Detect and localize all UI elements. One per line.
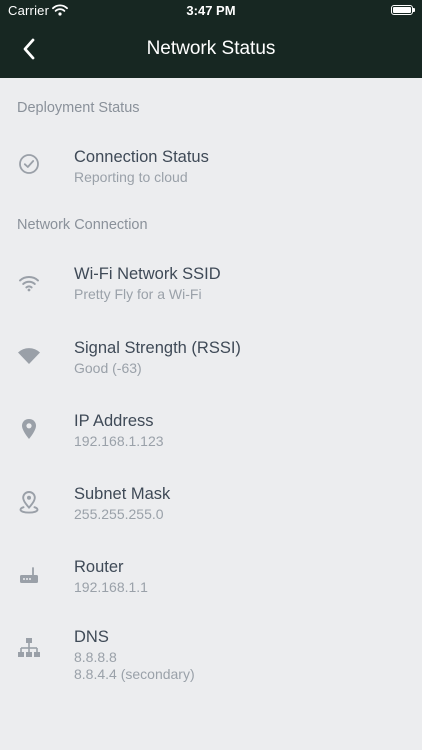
item-subtitle: Pretty Fly for a Wi-Fi (74, 286, 202, 302)
item-subtitle: 192.168.1.1 (74, 579, 148, 595)
item-title: Wi-Fi Network SSID (74, 265, 221, 283)
status-bar: Carrier 3:47 PM (0, 0, 422, 22)
item-title: IP Address (74, 412, 154, 430)
status-time: 3:47 PM (186, 3, 236, 18)
nav-bar: Network Status (0, 22, 422, 78)
location-pin-outline-icon (17, 490, 41, 514)
check-circle-icon (17, 152, 41, 176)
network-tree-icon (17, 636, 41, 660)
item-title: Signal Strength (RSSI) (74, 339, 241, 357)
item-subtitle: 255.255.255.0 (74, 506, 164, 522)
item-title: Subnet Mask (74, 485, 171, 503)
app-header: Carrier 3:47 PM Network Status (0, 0, 422, 78)
section-header-network: Network Connection (17, 217, 148, 233)
item-subtitle-secondary: 8.8.4.4 (secondary) (74, 666, 195, 682)
item-subtitle: Reporting to cloud (74, 169, 188, 185)
location-pin-icon (17, 417, 41, 441)
item-title: DNS (74, 628, 109, 646)
page-title: Network Status (146, 38, 276, 59)
signal-strength-icon (17, 344, 41, 368)
section-header-deployment: Deployment Status (17, 100, 140, 116)
wifi-icon (17, 271, 41, 295)
router-icon (17, 564, 41, 588)
item-subtitle: Good (-63) (74, 360, 142, 376)
item-title: Connection Status (74, 148, 209, 166)
battery-icon (391, 5, 415, 15)
item-subtitle: 192.168.1.123 (74, 433, 164, 449)
item-title: Router (74, 558, 124, 576)
item-subtitle: 8.8.8.8 (74, 649, 117, 665)
